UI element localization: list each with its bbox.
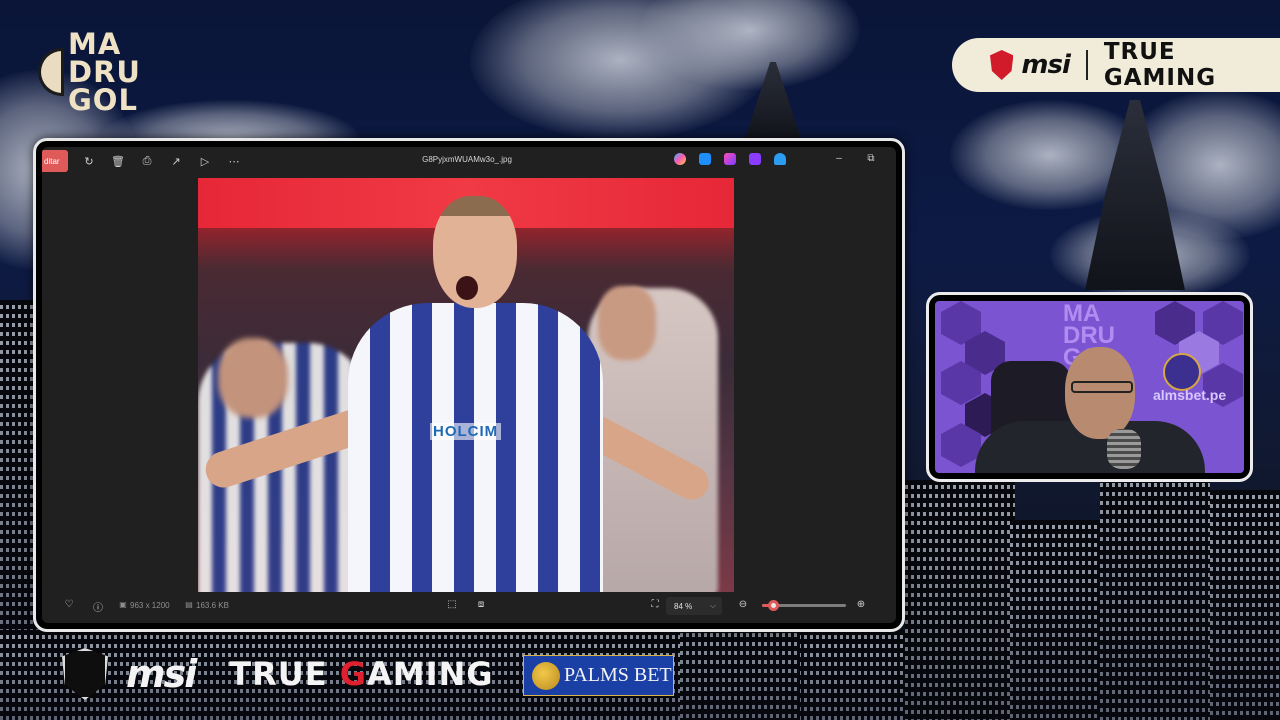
clipchamp-icon[interactable] bbox=[699, 153, 711, 165]
crop-icon[interactable]: ⬚ bbox=[445, 599, 459, 610]
msi-dragon-icon bbox=[62, 648, 108, 700]
slideshow-icon[interactable]: ▷ bbox=[194, 150, 216, 172]
true-gaming-text: TRUE GAMING bbox=[1103, 39, 1217, 91]
onedrive-icon[interactable] bbox=[774, 153, 786, 165]
microphone-icon bbox=[1107, 429, 1141, 469]
chevron-down-icon: ⌵ bbox=[709, 601, 716, 610]
webcam-feed: MA DRU GOL almsbet.pe bbox=[935, 301, 1244, 473]
copilot-icon[interactable] bbox=[674, 153, 686, 165]
photo-image: HOLCIM bbox=[198, 178, 734, 592]
zoom-value: 84 % bbox=[674, 601, 693, 611]
visual-search-icon[interactable]: ⧈ bbox=[474, 599, 488, 610]
info-icon[interactable]: ⓘ bbox=[91, 599, 105, 614]
app-launchers bbox=[674, 153, 786, 165]
fit-window-icon[interactable]: ⛶ bbox=[648, 599, 662, 610]
divider bbox=[1085, 50, 1088, 80]
msi-wordmark: msi bbox=[126, 652, 197, 696]
madrugol-logo: MA DRU GOL bbox=[34, 30, 154, 120]
logo-line: DRU bbox=[68, 55, 141, 89]
jersey-sponsor: HOLCIM bbox=[430, 423, 502, 440]
favorite-icon[interactable]: ♡ bbox=[62, 599, 76, 610]
photo-viewer-frame: ditar ↻ 🗑 ⎙ ↗ ▷ ⋯ G8PyjxmWUAMw3o_.jpg – … bbox=[33, 138, 905, 632]
msi-dragon-icon bbox=[990, 50, 1014, 80]
logo-line: MA bbox=[68, 27, 122, 61]
palmsbet-badge bbox=[1163, 353, 1201, 391]
webcam-frame: MA DRU GOL almsbet.pe bbox=[926, 292, 1253, 482]
zoom-in-icon[interactable]: ⊕ bbox=[854, 599, 868, 610]
zoom-slider-knob[interactable] bbox=[767, 600, 779, 611]
image-icon: ▣ bbox=[119, 600, 127, 609]
bottom-bar: ♡ ⓘ ▣ 963 x 1200 ▤ 163.6 KB ⬚ ⧈ ⛶ 84 % ⌵… bbox=[42, 589, 896, 623]
edit-button[interactable]: ditar bbox=[42, 150, 68, 172]
print-icon[interactable]: ⎙ bbox=[136, 150, 158, 172]
image-dimensions: 963 x 1200 bbox=[130, 601, 170, 610]
clipchamp-alt-icon[interactable] bbox=[749, 153, 761, 165]
logo-line: GOL bbox=[68, 83, 138, 117]
more-icon[interactable]: ⋯ bbox=[223, 150, 245, 172]
delete-icon[interactable]: 🗑 bbox=[107, 150, 129, 172]
true-gaming-text: TRUE GAMING bbox=[229, 655, 494, 693]
zoom-out-icon[interactable]: ⊖ bbox=[736, 599, 750, 610]
palmsbet-logo: PALMS BET bbox=[523, 655, 674, 696]
palmsbet-url: almsbet.pe bbox=[1153, 387, 1227, 403]
ball-icon bbox=[38, 48, 64, 96]
save-size-icon: ▤ bbox=[185, 600, 193, 609]
maximize-icon[interactable]: ⧉ bbox=[864, 153, 878, 164]
msi-banner: msi TRUE GAMING bbox=[952, 38, 1280, 92]
file-size: 163.6 KB bbox=[196, 601, 229, 610]
zoom-select[interactable]: 84 % ⌵ bbox=[666, 597, 722, 615]
title-bar: ditar ↻ 🗑 ⎙ ↗ ▷ ⋯ G8PyjxmWUAMw3o_.jpg – … bbox=[42, 147, 896, 175]
msi-wordmark: msi bbox=[1021, 50, 1070, 80]
msi-footer-logo: msi TRUE GAMING bbox=[62, 648, 494, 700]
zoom-slider[interactable] bbox=[762, 600, 846, 611]
rotate-icon[interactable]: ↻ bbox=[78, 150, 100, 172]
designer-icon[interactable] bbox=[724, 153, 736, 165]
palm-tree-icon bbox=[532, 661, 560, 690]
file-name: G8PyjxmWUAMw3o_.jpg bbox=[422, 155, 512, 164]
minimize-icon[interactable]: – bbox=[832, 153, 846, 164]
palmsbet-text: PALMS BET bbox=[564, 664, 672, 686]
photo-viewer-window: ditar ↻ 🗑 ⎙ ↗ ▷ ⋯ G8PyjxmWUAMw3o_.jpg – … bbox=[42, 147, 896, 623]
share-icon[interactable]: ↗ bbox=[165, 150, 187, 172]
